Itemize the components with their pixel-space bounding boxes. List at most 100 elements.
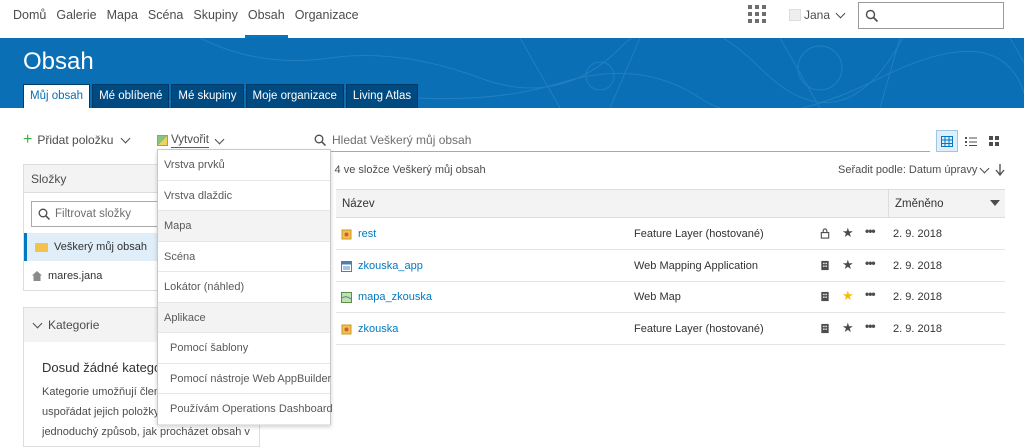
search-icon	[314, 134, 326, 146]
organization-icon	[821, 291, 829, 302]
search-icon	[38, 208, 50, 220]
feature-layer-icon	[341, 324, 352, 334]
tab-0[interactable]: Můj obsah	[23, 84, 91, 108]
chevron-down-icon	[32, 318, 43, 329]
star-icon[interactable]: ★	[842, 257, 854, 273]
create-label: Vytvořit	[171, 134, 209, 148]
create-button[interactable]: Vytvořit	[157, 133, 226, 148]
item-title-link[interactable]: zkouska	[358, 323, 398, 335]
table-row[interactable]: zkouska Feature Layer (hostované) ★ ••• 2. 9…	[336, 314, 1005, 345]
create-menu-item[interactable]: Vrstva dlaždic	[158, 181, 330, 211]
create-menu-item[interactable]: Používám Operations Dashboard	[158, 394, 333, 425]
folder-label: Veškerý můj obsah	[54, 241, 147, 253]
desc-line: jednoduchý způsob, jak procházet obsah v	[42, 426, 250, 438]
star-icon[interactable]: ★	[842, 320, 854, 336]
folder-label: mares.jana	[48, 270, 103, 282]
tab-1[interactable]: Mé oblíbené	[92, 84, 170, 108]
more-options-icon[interactable]: •••	[865, 256, 876, 270]
sort-direction-icon[interactable]	[995, 164, 1005, 176]
table-row[interactable]: rest Feature Layer (hostované) ★ ••• 2. 9. 2…	[336, 219, 1005, 250]
sort-dropdown[interactable]: Seřadit podle: Datum úpravy	[838, 163, 1005, 176]
grid-view-button[interactable]	[983, 130, 1005, 152]
chevron-down-icon	[979, 163, 990, 174]
nav-links: Domů Galerie Mapa Scéna Skupiny Obsah Organiza…	[10, 0, 366, 38]
nav-item-4[interactable]: Skupiny	[190, 0, 240, 38]
create-menu-item[interactable]: Mapa	[158, 211, 330, 242]
create-menu-item[interactable]: Pomocí nástroje Web AppBuilder	[158, 364, 331, 394]
create-menu-item[interactable]: Vrstva prvků	[158, 150, 330, 181]
more-options-icon[interactable]: •••	[865, 319, 876, 333]
create-menu-item[interactable]: Aplikace	[158, 302, 330, 333]
lock-icon	[820, 228, 830, 239]
item-type: Feature Layer (hostované)	[634, 322, 764, 335]
star-icon[interactable]: ★	[842, 225, 854, 241]
web-map-icon	[341, 292, 352, 303]
search-placeholder: Hledat Veškerý můj obsah	[332, 132, 472, 147]
nav-item-6[interactable]: Organizace	[292, 0, 362, 38]
nav-item-0[interactable]: Domů	[10, 0, 49, 38]
sort-caret-icon	[990, 200, 1000, 206]
create-menu-item[interactable]: Lokátor (náhled)	[158, 272, 330, 303]
tab-4[interactable]: Living Atlas	[345, 84, 419, 108]
more-options-icon[interactable]: •••	[865, 287, 876, 301]
column-name-header[interactable]: Název	[342, 198, 375, 210]
top-navigation: Domů Galerie Mapa Scéna Skupiny Obsah Organiza…	[0, 0, 1024, 38]
item-count: z 4 ve složce Veškerý můj obsah	[326, 164, 486, 176]
chevron-down-icon	[120, 133, 131, 144]
item-type: Feature Layer (hostované)	[634, 228, 764, 240]
item-modified-date: 2. 9. 2018	[893, 259, 942, 272]
item-title-link[interactable]: mapa_zkouska	[358, 291, 432, 303]
page-title: Obsah	[23, 48, 94, 75]
item-title-link[interactable]: zkouska_app	[358, 260, 423, 272]
item-modified-date: 2. 9. 2018	[893, 291, 942, 303]
home-icon	[32, 271, 42, 281]
item-title-link[interactable]: rest	[358, 228, 376, 240]
global-search-input[interactable]	[858, 2, 1004, 29]
column-modified-label: Změněno	[895, 198, 944, 210]
nav-item-2[interactable]: Mapa	[104, 0, 141, 38]
nav-item-3[interactable]: Scéna	[145, 0, 186, 38]
search-icon	[865, 9, 879, 23]
app-launcher-icon[interactable]	[748, 5, 766, 23]
nav-item-5[interactable]: Obsah	[244, 0, 288, 38]
sort-label: Seřadit podle: Datum úpravy	[838, 164, 978, 176]
create-icon	[157, 135, 168, 146]
table-header: Název Změněno	[336, 189, 1005, 218]
list-view-button[interactable]	[960, 130, 982, 152]
table-row[interactable]: mapa_zkouska Web Map ★ ••• 2. 9. 2018	[336, 282, 1005, 313]
chevron-down-icon	[835, 8, 846, 19]
page-banner: Obsah Můj obsah Mé oblíbené Mé skupiny Moje…	[0, 38, 1024, 108]
item-type: Web Map	[634, 291, 681, 303]
chevron-down-icon	[214, 134, 225, 144]
web-app-icon	[341, 260, 352, 272]
favorite-star-icon[interactable]: ★	[842, 288, 854, 304]
add-item-label: Přidat položku	[37, 133, 114, 147]
plus-icon: +	[23, 131, 33, 148]
tab-2[interactable]: Mé skupiny	[171, 84, 244, 108]
user-menu[interactable]: Jana	[789, 8, 847, 22]
create-dropdown-menu: Vrstva prvků Vrstva dlaždic Mapa Scéna Lokát…	[157, 149, 333, 425]
column-modified-header[interactable]: Změněno	[888, 190, 1005, 218]
table-row[interactable]: zkouska_app Web Mapping Application ★ ••• 2.…	[336, 251, 1005, 282]
feature-layer-icon	[341, 229, 352, 240]
user-name: Jana	[804, 8, 831, 22]
content-search-input[interactable]: Hledat Veškerý můj obsah	[314, 128, 930, 152]
folder-icon	[35, 242, 48, 252]
item-modified-date: 2. 9. 2018	[893, 228, 942, 240]
add-item-button[interactable]: + Přidat položku	[23, 131, 132, 148]
grid-view-icon	[989, 136, 999, 146]
more-options-icon[interactable]: •••	[865, 224, 876, 238]
create-menu-item[interactable]: Pomocí šablony	[158, 333, 330, 364]
tab-3[interactable]: Moje organizace	[245, 84, 344, 108]
item-type: Web Mapping Application	[634, 259, 758, 272]
table-view-button[interactable]	[936, 130, 958, 152]
categories-empty-title: Dosud žádné kategor	[42, 360, 166, 375]
create-menu-item[interactable]: Scéna	[158, 242, 330, 272]
item-modified-date: 2. 9. 2018	[893, 322, 942, 335]
organization-icon	[821, 260, 829, 270]
organization-icon	[821, 323, 829, 333]
folder-filter-placeholder: Filtrovat složky	[55, 208, 132, 220]
table-view-icon	[941, 135, 953, 147]
avatar	[789, 9, 801, 21]
nav-item-1[interactable]: Galerie	[53, 0, 99, 38]
